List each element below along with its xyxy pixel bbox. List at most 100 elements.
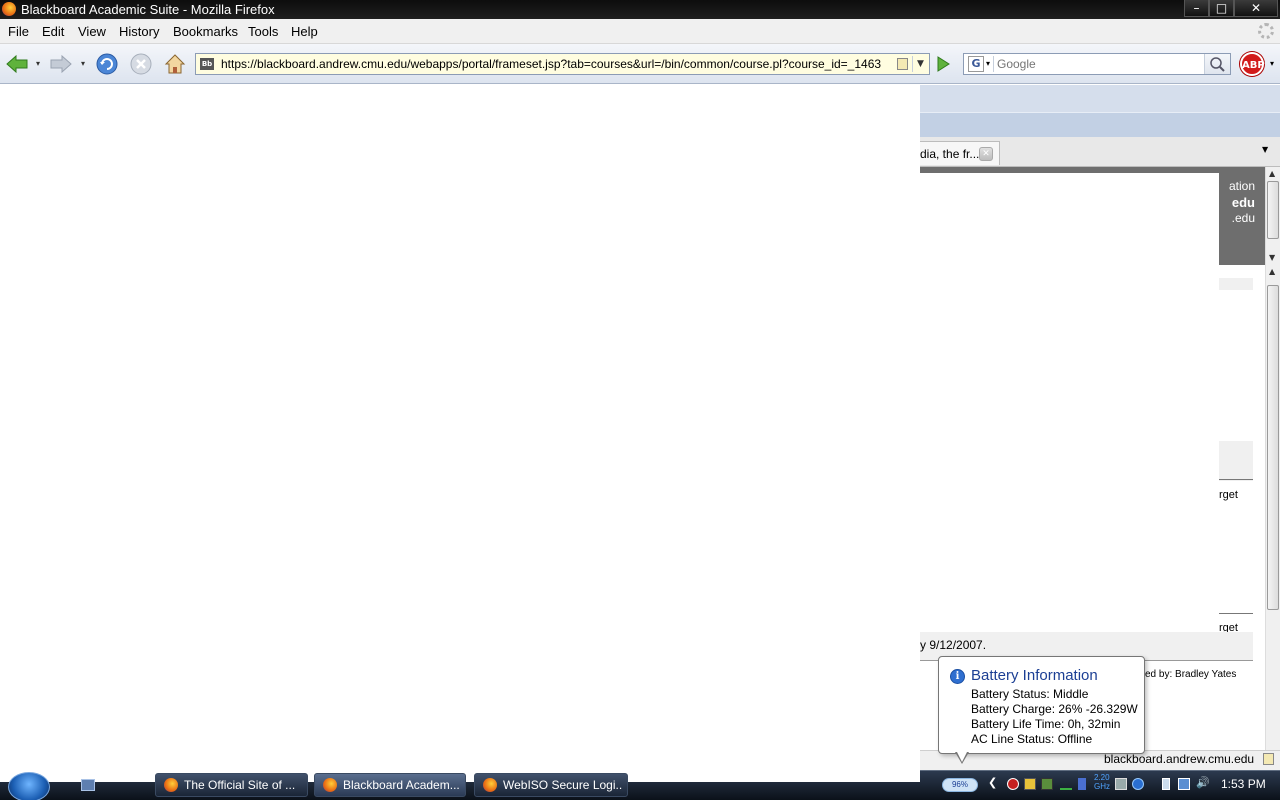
menu-file[interactable]: File bbox=[8, 24, 29, 39]
header-frame: ation edu .edu bbox=[920, 167, 1265, 266]
lock-icon[interactable] bbox=[897, 58, 908, 70]
tab-close-icon[interactable]: ✕ bbox=[979, 147, 993, 161]
header-bar bbox=[920, 167, 1265, 173]
minimize-button[interactable]: – bbox=[1184, 0, 1209, 17]
main-scrollbar[interactable]: ▲ bbox=[1265, 265, 1280, 750]
back-history-dropdown-icon[interactable]: ▾ bbox=[36, 59, 40, 68]
divider bbox=[1219, 613, 1253, 614]
throbber-icon bbox=[1258, 23, 1274, 39]
menu-bar: File Edit View History Bookmarks Tools H… bbox=[0, 19, 1280, 44]
app-tray-icon[interactable] bbox=[1024, 778, 1036, 790]
app-tray-icon-2[interactable] bbox=[1041, 778, 1053, 790]
clock[interactable]: 1:53 PM bbox=[1221, 777, 1266, 791]
grey-band-middle bbox=[1219, 441, 1253, 481]
menu-history[interactable]: History bbox=[119, 24, 159, 39]
adblock-button[interactable]: ABP bbox=[1240, 52, 1265, 76]
forward-button[interactable] bbox=[48, 51, 74, 77]
start-button[interactable] bbox=[8, 772, 50, 800]
content-area: dia, the fr... ✕ ▼ ation edu .edu ▲ ▼ rg… bbox=[0, 85, 1280, 750]
show-desktop-icon[interactable] bbox=[81, 779, 95, 791]
battery-info-balloon: i Battery Information Battery Status: Mi… bbox=[938, 656, 1145, 754]
status-lock-icon[interactable] bbox=[1263, 753, 1274, 765]
firefox-logo-icon bbox=[483, 778, 497, 792]
network-tray-icon[interactable] bbox=[1178, 778, 1190, 790]
search-button[interactable] bbox=[1204, 54, 1230, 74]
menu-help[interactable]: Help bbox=[291, 24, 318, 39]
scroll-down-icon[interactable]: ▼ bbox=[1269, 253, 1275, 262]
taskbar-item-official-site[interactable]: The Official Site of ... bbox=[155, 773, 308, 797]
divider bbox=[1219, 479, 1253, 480]
task-label: Blackboard Academ... bbox=[343, 778, 460, 792]
tab-list-dropdown-icon[interactable]: ▼ bbox=[1262, 145, 1268, 154]
taskbar-item-blackboard[interactable]: Blackboard Academ... bbox=[314, 773, 466, 797]
menu-tools[interactable]: Tools bbox=[248, 24, 278, 39]
firefox-logo-icon bbox=[2, 2, 16, 16]
firefox-logo-icon bbox=[164, 778, 178, 792]
grey-band-top bbox=[1219, 278, 1253, 290]
power-tray-icon[interactable] bbox=[1162, 778, 1170, 790]
security-icon[interactable] bbox=[1007, 778, 1019, 790]
cpu-speed-indicator: 2.20 GHz bbox=[1094, 773, 1110, 791]
tab-label: dia, the fr... bbox=[920, 147, 980, 161]
bookmarks-toolbar bbox=[920, 85, 1280, 112]
balloon-tail-inner bbox=[957, 752, 967, 762]
header-scrollbar[interactable]: ▲ ▼ bbox=[1265, 167, 1280, 265]
battery-charge: Battery Charge: 26% -26.329W bbox=[971, 702, 1138, 716]
maximize-button[interactable]: □ bbox=[1209, 0, 1234, 17]
url-text[interactable]: https://blackboard.andrew.cmu.edu/webapp… bbox=[221, 57, 891, 71]
window-title: Blackboard Academic Suite - Mozilla Fire… bbox=[21, 2, 275, 17]
task-label: The Official Site of ... bbox=[184, 778, 296, 792]
back-button[interactable] bbox=[4, 51, 30, 77]
header-text-1: ation bbox=[1228, 179, 1255, 193]
adblock-dropdown-icon[interactable]: ▾ bbox=[1270, 59, 1274, 68]
search-input[interactable] bbox=[997, 56, 1202, 72]
search-engine-selector[interactable]: G ▾ bbox=[966, 56, 994, 72]
scroll-up-icon[interactable]: ▲ bbox=[1269, 267, 1275, 276]
header-scroll-thumb[interactable] bbox=[1267, 181, 1279, 239]
scroll-up-icon[interactable]: ▲ bbox=[1269, 169, 1275, 178]
menu-view[interactable]: View bbox=[78, 24, 106, 39]
volume-icon[interactable]: 🔊 bbox=[1196, 776, 1210, 789]
home-button[interactable] bbox=[162, 51, 188, 77]
header-banner: ation edu .edu bbox=[1219, 173, 1265, 266]
secondary-toolbar bbox=[920, 112, 1280, 137]
go-button[interactable] bbox=[933, 55, 953, 73]
title-bar: Blackboard Academic Suite - Mozilla Fire… bbox=[0, 0, 1280, 19]
balloon-title: Battery Information bbox=[971, 667, 1098, 684]
tab-bar: dia, the fr... ✕ bbox=[920, 137, 1280, 167]
reload-button[interactable] bbox=[94, 51, 120, 77]
taskbar-item-webiso[interactable]: WebISO Secure Logi... bbox=[474, 773, 628, 797]
forget-link-1[interactable]: rget bbox=[1219, 489, 1238, 501]
tab-wikipedia[interactable]: dia, the fr... ✕ bbox=[920, 141, 1000, 165]
main-scroll-thumb[interactable] bbox=[1267, 285, 1279, 610]
chevron-down-icon: ▾ bbox=[986, 59, 991, 68]
cpu-unit: GHz bbox=[1094, 782, 1110, 791]
magnifier-icon bbox=[1210, 57, 1225, 72]
status-host: blackboard.andrew.cmu.edu bbox=[1104, 752, 1255, 766]
back-arrow-icon bbox=[6, 54, 28, 74]
posted-by-text: ed by: Bradley Yates bbox=[1145, 669, 1237, 680]
tray-indicator-icon[interactable] bbox=[1060, 788, 1072, 790]
forward-history-dropdown-icon[interactable]: ▾ bbox=[81, 59, 85, 68]
show-hidden-icons-icon[interactable]: ❮ bbox=[988, 776, 1000, 789]
stop-button[interactable] bbox=[128, 51, 154, 77]
announcement-date: y 9/12/2007. bbox=[920, 638, 987, 652]
flag-icon[interactable] bbox=[1078, 778, 1086, 790]
stop-icon bbox=[130, 53, 152, 75]
info-icon: i bbox=[950, 669, 965, 684]
google-icon: G bbox=[968, 56, 984, 72]
device-tray-icon[interactable] bbox=[1115, 778, 1127, 790]
menu-edit[interactable]: Edit bbox=[42, 24, 64, 39]
header-text-3: .edu bbox=[1231, 211, 1255, 225]
url-bar[interactable]: Bb https://blackboard.andrew.cmu.edu/web… bbox=[195, 53, 930, 75]
battery-life-time: Battery Life Time: 0h, 32min bbox=[971, 717, 1121, 731]
cpu-speed: 2.20 bbox=[1094, 773, 1110, 782]
help-tray-icon[interactable] bbox=[1132, 778, 1144, 790]
battery-tray-icon[interactable]: 96% bbox=[942, 778, 978, 792]
close-button[interactable]: ✕ bbox=[1234, 0, 1278, 17]
menu-bookmarks[interactable]: Bookmarks bbox=[173, 24, 238, 39]
site-favicon-icon: Bb bbox=[200, 58, 214, 70]
battery-status: Battery Status: Middle bbox=[971, 687, 1089, 701]
firefox-logo-icon bbox=[323, 778, 337, 792]
url-history-dropdown-icon[interactable]: ▼ bbox=[912, 56, 928, 72]
